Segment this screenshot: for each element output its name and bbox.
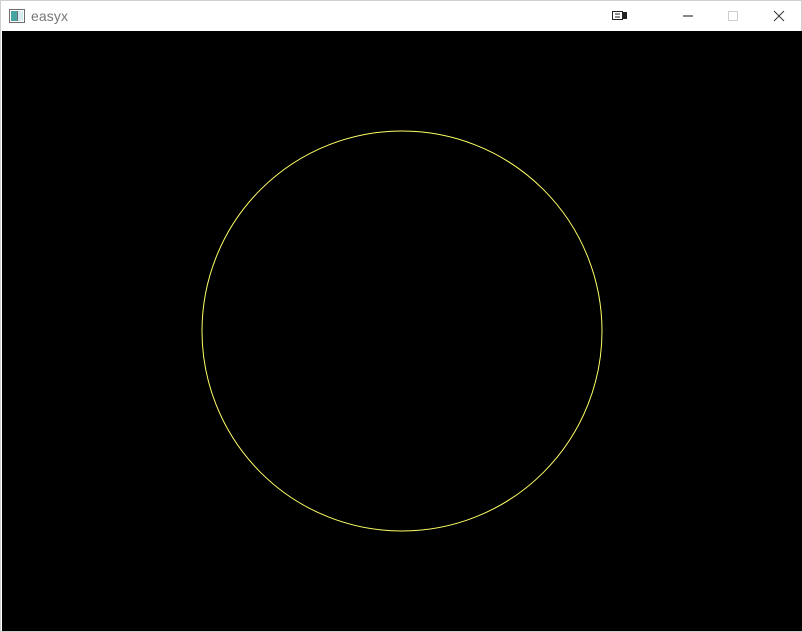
close-icon — [773, 10, 785, 22]
window-titlebar[interactable]: easyx — [1, 1, 801, 31]
maximize-icon — [728, 11, 738, 21]
app-window: easyx — [0, 0, 802, 632]
close-button[interactable] — [756, 1, 802, 31]
window-title: easyx — [31, 8, 69, 24]
minimize-button[interactable] — [665, 1, 711, 31]
canvas-background — [2, 31, 802, 631]
maximize-button[interactable] — [711, 1, 757, 31]
drawing-canvas[interactable] — [2, 31, 802, 631]
app-icon[interactable] — [9, 9, 25, 23]
ime-icon[interactable] — [611, 9, 629, 23]
